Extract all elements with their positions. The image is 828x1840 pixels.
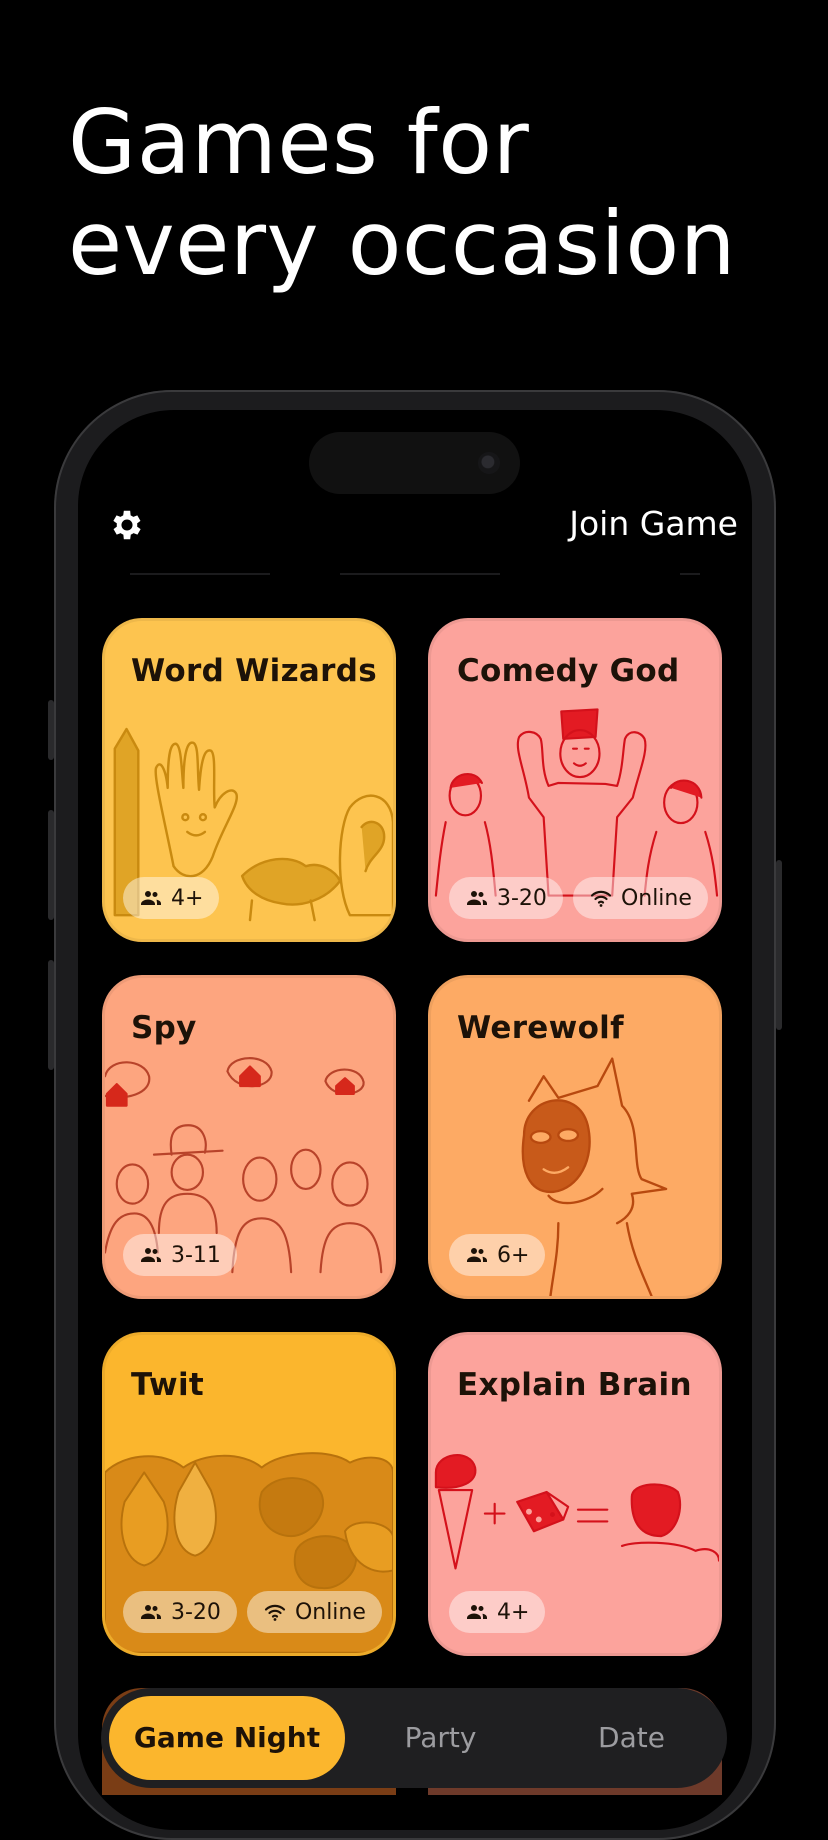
tab-party[interactable]: Party: [345, 1696, 536, 1780]
people-icon: [141, 1248, 161, 1262]
dynamic-island: [309, 432, 520, 494]
wifi-icon: [264, 1604, 286, 1621]
phone-side-button: [48, 960, 54, 1070]
badge-text: 6+: [497, 1242, 530, 1268]
online-badge: Online: [572, 877, 708, 919]
phone-side-button: [776, 860, 782, 1030]
gear-icon[interactable]: [108, 506, 146, 544]
players-badge: 6+: [449, 1234, 546, 1276]
players-badge: 4+: [449, 1591, 546, 1633]
badge-text: 4+: [171, 885, 204, 911]
online-badge: Online: [246, 1591, 382, 1633]
badge-text: 3-20: [171, 1599, 221, 1625]
wifi-icon: [590, 890, 612, 907]
badge-text: 3-11: [171, 1242, 221, 1268]
headline: Games for every occasion: [68, 92, 736, 294]
category-tab-bar: Game Night Party Date: [101, 1688, 727, 1788]
tab-date[interactable]: Date: [536, 1696, 727, 1780]
people-icon: [467, 891, 487, 905]
tab-game-night[interactable]: Game Night: [109, 1696, 345, 1780]
game-card-explain-brain[interactable]: Explain Brain 4+: [428, 1332, 722, 1656]
card-title: Werewolf: [457, 1010, 624, 1046]
game-card-comedy-god[interactable]: Comedy God 3-20 Online: [428, 618, 722, 942]
headline-line-1: Games for: [68, 91, 530, 194]
game-card-werewolf[interactable]: Werewolf 6+: [428, 975, 722, 1299]
card-title: Explain Brain: [457, 1367, 692, 1403]
people-icon: [467, 1605, 487, 1619]
card-title: Comedy God: [457, 653, 680, 689]
game-card-twit[interactable]: Twit 3-20 Online: [102, 1332, 396, 1656]
divider: [680, 573, 700, 575]
badge-text: 3-20: [497, 885, 547, 911]
people-icon: [141, 891, 161, 905]
players-badge: 3-20: [449, 877, 563, 919]
card-title: Twit: [131, 1367, 205, 1403]
badge-text: Online: [620, 885, 692, 911]
people-icon: [467, 1248, 487, 1262]
camera-icon: [478, 452, 500, 474]
people-icon: [141, 1605, 161, 1619]
join-game-button[interactable]: Join Game: [569, 504, 738, 543]
game-card-spy[interactable]: Spy 3-11: [102, 975, 396, 1299]
players-badge: 4+: [123, 877, 220, 919]
card-title: Spy: [131, 1010, 197, 1046]
divider: [130, 573, 270, 575]
phone-side-button: [48, 700, 54, 760]
players-badge: 3-20: [123, 1591, 237, 1633]
card-title: Word Wizards: [131, 653, 377, 689]
game-card-word-wizards[interactable]: Word Wizards 4+: [102, 618, 396, 942]
players-badge: 3-11: [123, 1234, 237, 1276]
divider: [340, 573, 500, 575]
phone-side-button: [48, 810, 54, 920]
headline-line-2: every occasion: [68, 192, 737, 295]
badge-text: 4+: [497, 1599, 530, 1625]
badge-text: Online: [294, 1599, 366, 1625]
